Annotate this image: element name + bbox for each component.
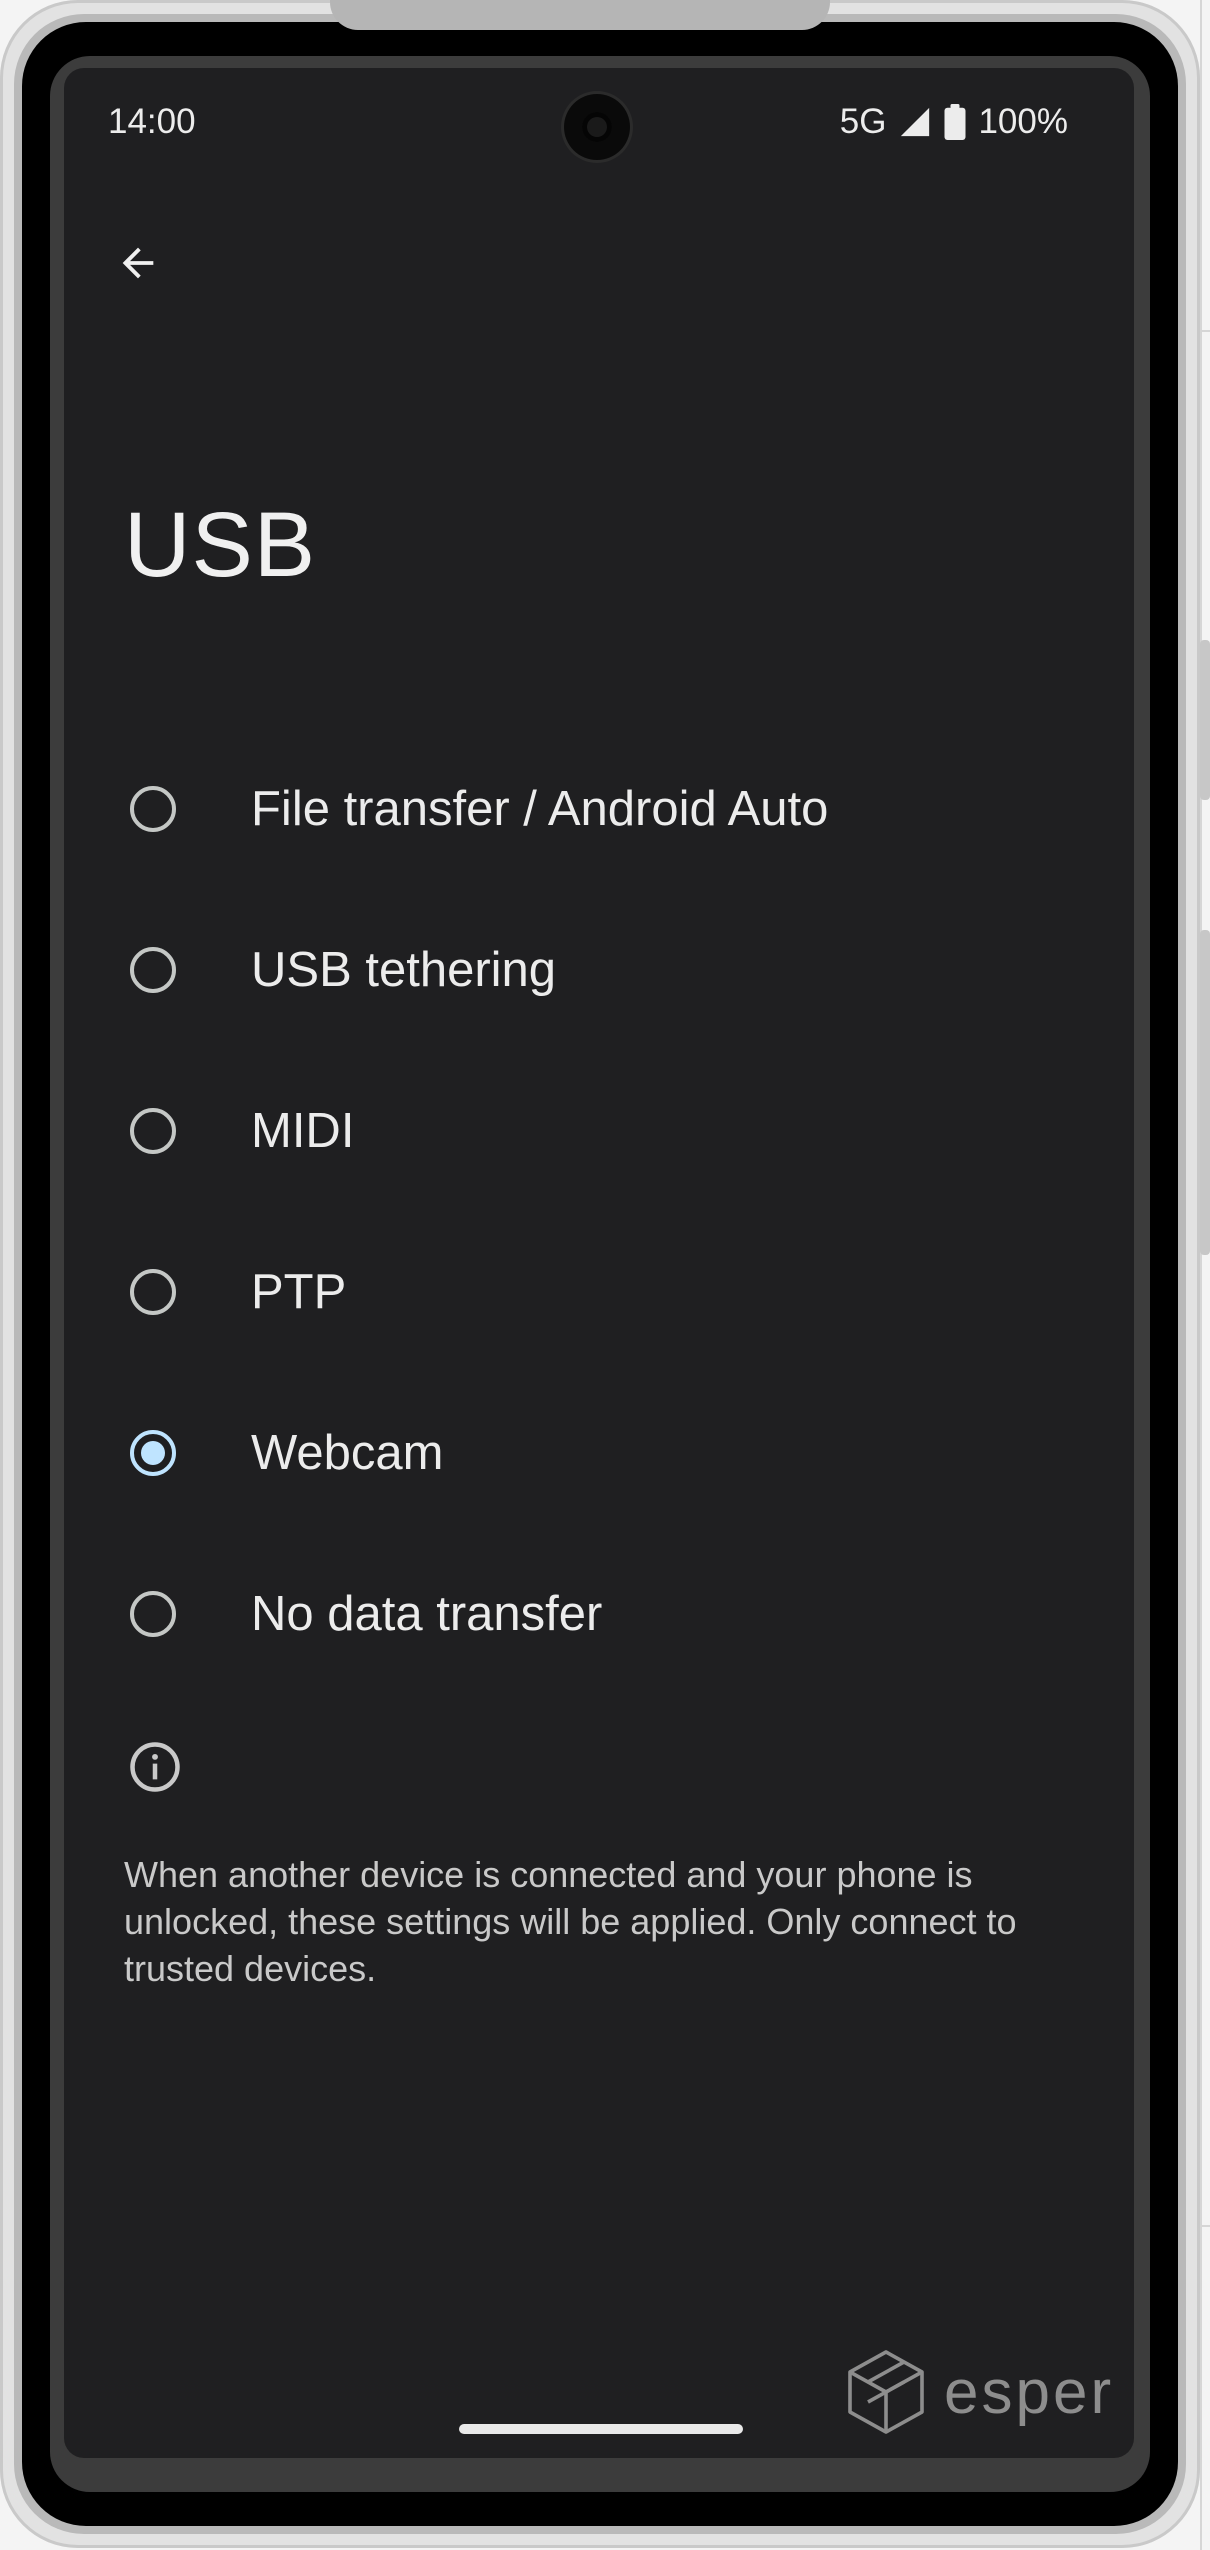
radio-button[interactable] [130, 1268, 176, 1315]
front-camera [564, 94, 630, 160]
status-indicators: 5G 100% [840, 102, 1068, 142]
info-icon [130, 1742, 180, 1792]
battery-percentage: 100% [978, 102, 1068, 141]
phone-screen: 14:00 5G 100% USB File transfer / Androi… [64, 68, 1134, 2458]
signal-icon [901, 107, 930, 137]
page-title: USB [124, 494, 317, 596]
background-guide-line [1200, 0, 1202, 2550]
arrow-back-icon [122, 247, 154, 279]
option-usb-tethering[interactable]: USB tethering [64, 889, 1134, 1050]
esper-wordmark: esper [944, 2357, 1115, 2427]
power-button [1200, 640, 1210, 800]
volume-button [1200, 930, 1210, 1255]
option-label: USB tethering [251, 942, 557, 997]
esper-watermark: esper [846, 2348, 1114, 2436]
option-label: File transfer / Android Auto [251, 781, 829, 836]
device-top-edge [330, 0, 830, 30]
option-label: No data transfer [251, 1586, 603, 1641]
option-no-data-transfer[interactable]: No data transfer [64, 1533, 1134, 1694]
option-label: PTP [251, 1264, 347, 1319]
option-webcam[interactable]: Webcam [64, 1372, 1134, 1533]
radio-button[interactable] [130, 785, 176, 832]
network-type: 5G [839, 102, 887, 141]
radio-button[interactable] [130, 1590, 176, 1637]
radio-button[interactable] [130, 1107, 176, 1154]
radio-button[interactable] [130, 946, 176, 993]
back-button[interactable] [108, 233, 168, 293]
gesture-navigation-bar[interactable] [459, 2424, 743, 2434]
battery-icon [944, 104, 966, 140]
option-ptp[interactable]: PTP [64, 1211, 1134, 1372]
esper-logo-icon [848, 2350, 924, 2434]
radio-button[interactable] [130, 1429, 176, 1476]
option-label: MIDI [251, 1103, 355, 1158]
option-label: Webcam [251, 1425, 444, 1480]
option-midi[interactable]: MIDI [64, 1050, 1134, 1211]
usb-mode-options: File transfer / Android Auto USB tetheri… [64, 728, 1134, 1694]
option-file-transfer[interactable]: File transfer / Android Auto [64, 728, 1134, 889]
status-time: 14:00 [108, 102, 196, 141]
info-description: When another device is connected and you… [124, 1854, 1017, 1989]
